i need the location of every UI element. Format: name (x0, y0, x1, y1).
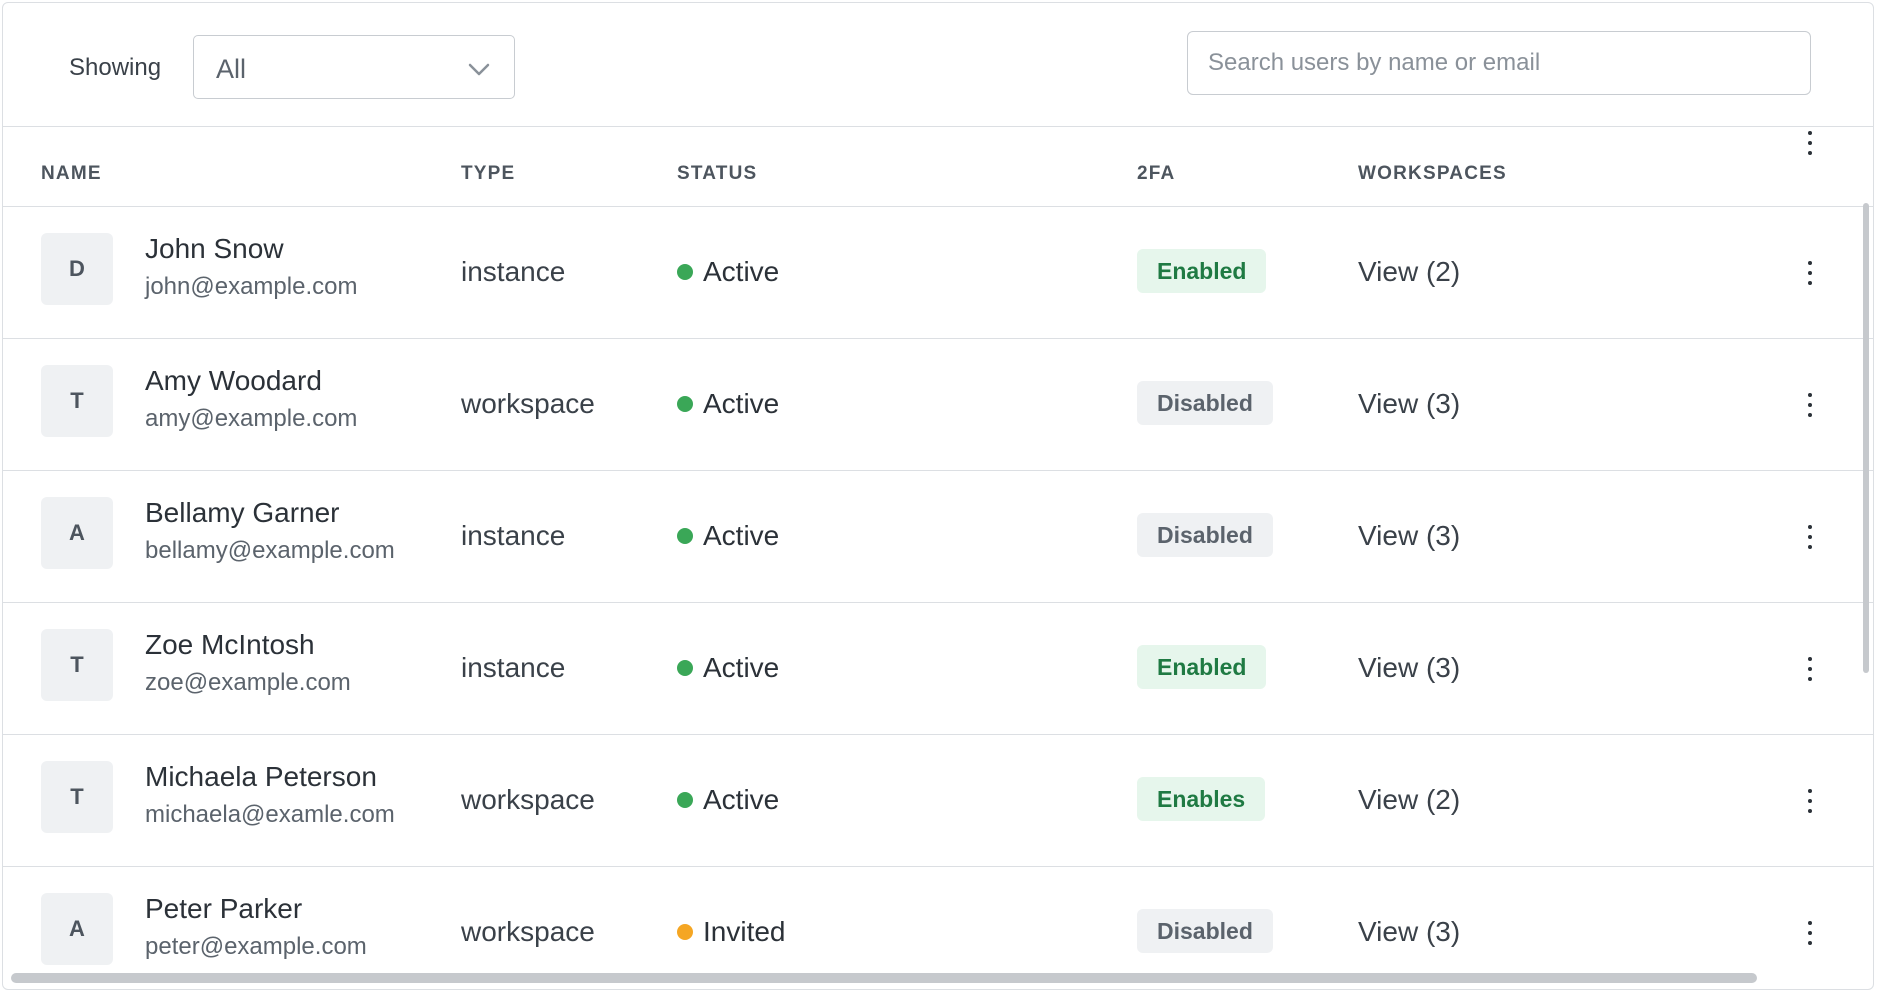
status-label: Active (703, 784, 780, 815)
avatar: T (41, 761, 113, 833)
filter-select-value: All (216, 54, 247, 84)
status-indicator: Active (677, 388, 779, 420)
row-more-icon[interactable] (1798, 785, 1822, 817)
user-email: amy@example.com (145, 405, 358, 432)
workspaces-link[interactable]: View (3) (1358, 652, 1460, 684)
avatar: D (41, 233, 113, 305)
twofa-badge: Disabled (1137, 513, 1273, 557)
row-more-icon[interactable] (1798, 389, 1822, 421)
table-row[interactable]: T Amy Woodard amy@example.com workspace … (3, 339, 1873, 471)
twofa-badge: Disabled (1137, 381, 1273, 425)
avatar: A (41, 893, 113, 965)
avatar: T (41, 629, 113, 701)
status-label: Active (703, 388, 780, 419)
twofa-badge: Enables (1137, 777, 1266, 821)
column-header-workspaces[interactable]: WORKSPACES (1358, 163, 1507, 185)
status-dot-icon (677, 660, 693, 676)
workspaces-link[interactable]: View (3) (1358, 520, 1460, 552)
status-dot-icon (677, 924, 693, 940)
vertical-scrollbar[interactable] (1863, 203, 1869, 673)
table-row[interactable]: D John Snow john@example.com instance Ac… (3, 207, 1873, 339)
user-type: workspace (461, 784, 595, 815)
table-row[interactable]: T Michaela Peterson michaela@examle.com … (3, 735, 1873, 867)
row-more-icon[interactable] (1798, 521, 1822, 553)
table-row[interactable]: A Peter Parker peter@example.com workspa… (3, 867, 1873, 989)
status-dot-icon (677, 264, 693, 280)
user-email: zoe@example.com (145, 669, 351, 696)
twofa-badge: Enabled (1137, 645, 1267, 689)
status-indicator: Active (677, 520, 779, 552)
chevron-down-icon (468, 63, 490, 76)
showing-label: Showing (69, 54, 162, 81)
twofa-badge: Enabled (1137, 249, 1267, 293)
status-label: Active (703, 256, 780, 287)
user-name: Bellamy Garner (145, 497, 340, 528)
status-dot-icon (677, 396, 693, 412)
status-indicator: Active (677, 784, 779, 816)
avatar: T (41, 365, 113, 437)
workspaces-link[interactable]: View (3) (1358, 916, 1460, 948)
column-header-name[interactable]: NAME (41, 163, 102, 185)
status-label: Invited (703, 916, 786, 947)
table-row[interactable]: T Zoe McIntosh zoe@example.com instance … (3, 603, 1873, 735)
status-indicator: Active (677, 652, 779, 684)
user-email: peter@example.com (145, 933, 367, 960)
toolbar: Showing All (3, 3, 1873, 127)
user-type: instance (461, 256, 566, 287)
row-more-icon[interactable] (1798, 257, 1822, 289)
search-input[interactable] (1187, 31, 1811, 95)
filter-select[interactable]: All (193, 35, 515, 99)
status-indicator: Invited (677, 916, 786, 948)
user-email: michaela@examle.com (145, 801, 395, 828)
table-header: NAME TYPE STATUS 2FA WORKSPACES (3, 127, 1873, 207)
user-type: workspace (461, 916, 595, 947)
column-header-status[interactable]: STATUS (677, 163, 757, 185)
table-row[interactable]: A Bellamy Garner bellamy@example.com ins… (3, 471, 1873, 603)
user-name: Michaela Peterson (145, 761, 377, 792)
status-label: Active (703, 652, 780, 683)
user-type: workspace (461, 388, 595, 419)
horizontal-scrollbar[interactable] (11, 973, 1757, 983)
user-type: instance (461, 520, 566, 551)
avatar: A (41, 497, 113, 569)
user-name: Zoe McIntosh (145, 629, 315, 660)
column-header-type[interactable]: TYPE (461, 163, 515, 185)
user-email: bellamy@example.com (145, 537, 395, 564)
user-name: John Snow (145, 233, 284, 264)
user-email: john@example.com (145, 273, 358, 300)
user-type: instance (461, 652, 566, 683)
header-more-icon[interactable] (1798, 127, 1822, 159)
row-more-icon[interactable] (1798, 917, 1822, 949)
user-name: Peter Parker (145, 893, 303, 924)
status-dot-icon (677, 792, 693, 808)
workspaces-link[interactable]: View (2) (1358, 256, 1460, 288)
users-panel: Showing All NAME TYPE STATUS 2FA WORKSPA… (2, 2, 1874, 990)
status-label: Active (703, 520, 780, 551)
twofa-badge: Disabled (1137, 909, 1273, 953)
workspaces-link[interactable]: View (3) (1358, 388, 1460, 420)
user-name: Amy Woodard (145, 365, 322, 396)
workspaces-link[interactable]: View (2) (1358, 784, 1460, 816)
column-header-2fa[interactable]: 2FA (1137, 163, 1175, 185)
status-indicator: Active (677, 256, 779, 288)
status-dot-icon (677, 528, 693, 544)
row-more-icon[interactable] (1798, 653, 1822, 685)
